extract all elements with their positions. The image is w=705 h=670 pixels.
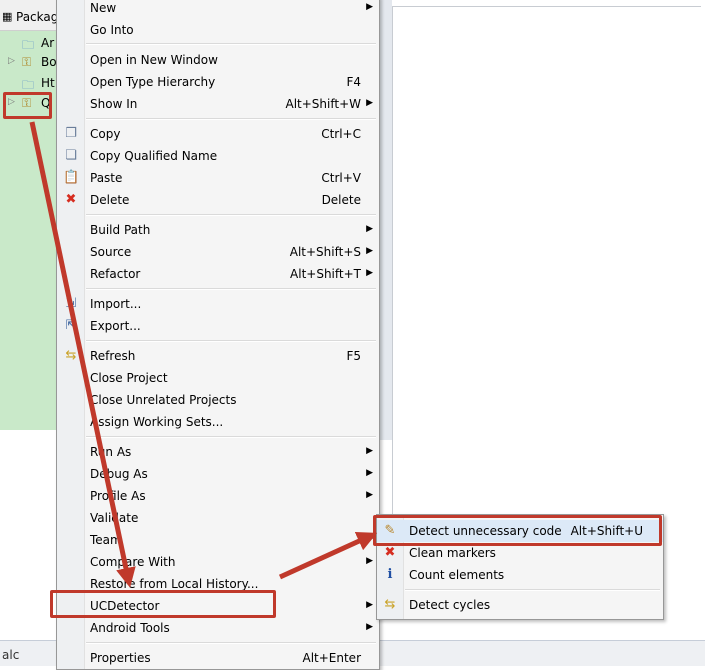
annotation-arrow-to-ucdetector [29, 121, 136, 588]
annotation-arrow-to-detect-code [278, 532, 378, 580]
annotation-arrows [29, 121, 378, 588]
